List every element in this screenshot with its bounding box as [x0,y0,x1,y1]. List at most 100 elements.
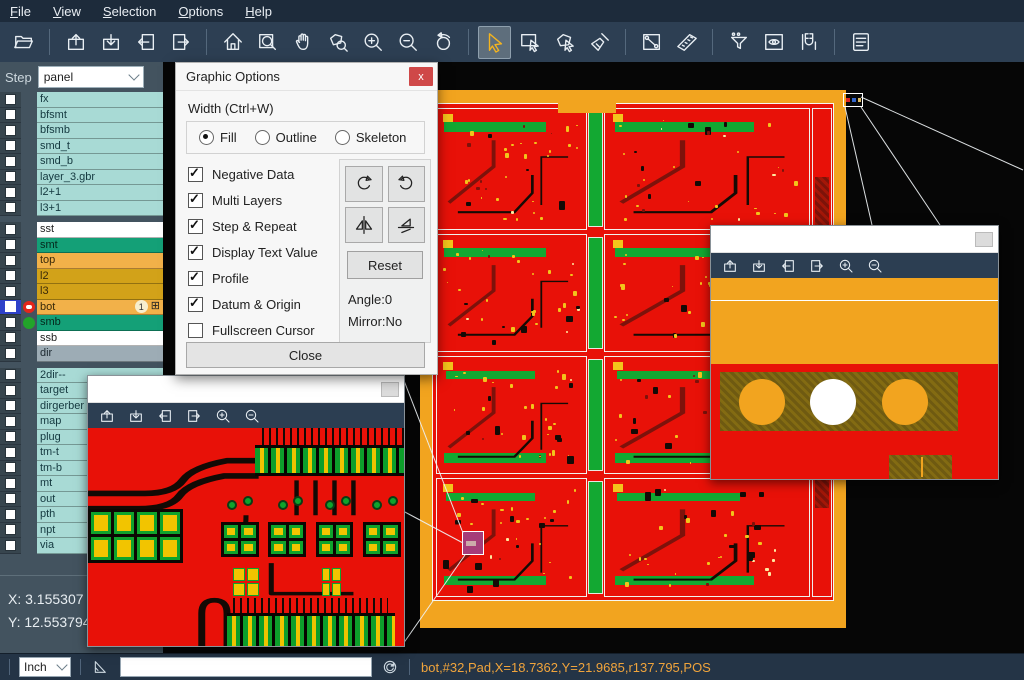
zoom-out-tool-button[interactable] [391,26,424,59]
width-radio-skeleton[interactable]: Skeleton [335,130,407,145]
layer-checkbox[interactable] [0,185,21,201]
option-checkbox-step-repeat[interactable]: Step & Repeat [188,213,318,239]
step-select[interactable]: panel [38,66,144,88]
pad-zoom-titlebar[interactable] [711,226,998,253]
home-tool-button[interactable] [216,26,249,59]
measure-tool-button[interactable] [635,26,668,59]
layer-checkbox[interactable] [0,507,21,523]
layer-checkbox[interactable] [0,430,21,446]
panel-left-tool-button[interactable] [129,26,162,59]
layer-checkbox[interactable] [0,123,21,139]
layer-row-bfsmt[interactable]: bfsmt [0,108,163,124]
menu-file[interactable]: File [10,4,31,19]
command-input[interactable] [120,657,372,677]
panel-up-icon[interactable] [721,257,739,275]
window-button[interactable] [381,382,399,397]
filter-tool-button[interactable] [722,26,755,59]
zoom-out-icon[interactable] [866,257,884,275]
window-button[interactable] [975,232,993,247]
width-radio-outline[interactable]: Outline [255,130,317,145]
mirror-horizontal-button[interactable] [345,207,383,243]
layer-checkbox[interactable] [0,92,21,108]
option-checkbox-multi-layers[interactable]: Multi Layers [188,187,318,213]
zoom-polygon-tool-button[interactable] [321,26,354,59]
layer-checkbox[interactable] [0,461,21,477]
dialog-titlebar[interactable]: Graphic Options x [176,63,437,91]
layer-checkbox[interactable] [0,269,21,285]
dialog-close-icon[interactable]: x [409,67,433,86]
panel-left-icon[interactable] [779,257,797,275]
layer-checkbox[interactable] [0,331,21,347]
layer-row-smb[interactable]: smb [0,315,163,331]
option-checkbox-profile[interactable]: Profile [188,265,318,291]
layer-checkbox[interactable] [0,315,21,331]
zoom-in-icon[interactable] [214,407,232,425]
ruler-tool-button[interactable] [670,26,703,59]
menu-options[interactable]: Options [178,4,223,19]
layer-row-ssb[interactable]: ssb [0,331,163,347]
layer-row-sst[interactable]: sst [0,222,163,238]
snap-tool-button[interactable] [792,26,825,59]
zoom-out-icon[interactable] [243,407,261,425]
pad-zoom-view[interactable] [711,278,998,479]
menu-view[interactable]: View [53,4,81,19]
layer-checkbox[interactable] [0,414,21,430]
layer-row-smd_t[interactable]: smd_t [0,139,163,155]
select-tool-button[interactable] [478,26,511,59]
layer-checkbox[interactable] [0,170,21,186]
layer-row-smd_b[interactable]: smd_b [0,154,163,170]
menu-selection[interactable]: Selection [103,4,156,19]
mirror-vertical-button[interactable] [388,207,426,243]
layer-checkbox[interactable] [0,346,21,362]
pan-tool-button[interactable] [286,26,319,59]
layer-checkbox[interactable] [0,222,21,238]
close-button[interactable]: Close [186,342,425,368]
layer-checkbox[interactable] [0,538,21,554]
layer-row-fx[interactable]: fx [0,92,163,108]
layer-row-bfsmb[interactable]: bfsmb [0,123,163,139]
panel-up-tool-button[interactable] [59,26,92,59]
select-window-tool-button[interactable] [513,26,546,59]
panel-right-icon[interactable] [185,407,203,425]
layer-checkbox[interactable] [0,284,21,300]
layer-checkbox[interactable] [0,108,21,124]
open-tool-button[interactable] [7,26,40,59]
layer-row-l2[interactable]: l2 [0,269,163,285]
sync-icon[interactable] [380,657,400,677]
panel-down-icon[interactable] [750,257,768,275]
layer-checkbox[interactable] [0,368,21,384]
zoom-window-tool-button[interactable] [251,26,284,59]
layer-checkbox[interactable] [0,238,21,254]
layer-checkbox[interactable] [0,476,21,492]
menu-help[interactable]: Help [245,4,272,19]
layer-checkbox[interactable] [0,154,21,170]
view-options-tool-button[interactable] [757,26,790,59]
layer-checkbox[interactable] [0,523,21,539]
layer-row-dir[interactable]: dir [0,346,163,362]
angle-mode-icon[interactable] [90,657,110,677]
zoom-in-icon[interactable] [837,257,855,275]
layer-checkbox[interactable] [0,492,21,508]
panel-left-icon[interactable] [156,407,174,425]
panel-right-icon[interactable] [808,257,826,275]
layer-row-smt[interactable]: smt [0,238,163,254]
layer-checkbox[interactable] [0,139,21,155]
layer-checkbox[interactable] [0,300,21,316]
detail-zoom-titlebar[interactable] [88,376,404,403]
unit-select[interactable]: Inch [19,657,71,677]
layer-checkbox[interactable] [0,201,21,217]
properties-tool-button[interactable] [844,26,877,59]
layer-checkbox[interactable] [0,399,21,415]
panel-down-icon[interactable] [127,407,145,425]
option-checkbox-datum-origin[interactable]: Datum & Origin [188,291,318,317]
layer-row-l2+1[interactable]: l2+1 [0,185,163,201]
panel-down-tool-button[interactable] [94,26,127,59]
zoom-previous-tool-button[interactable] [426,26,459,59]
layer-row-top[interactable]: top [0,253,163,269]
layer-checkbox[interactable] [0,445,21,461]
clean-tool-button[interactable] [583,26,616,59]
zoom-in-tool-button[interactable] [356,26,389,59]
detail-zoom-view[interactable] [88,428,404,646]
layer-checkbox[interactable] [0,253,21,269]
option-checkbox-display-text-value[interactable]: Display Text Value [188,239,318,265]
